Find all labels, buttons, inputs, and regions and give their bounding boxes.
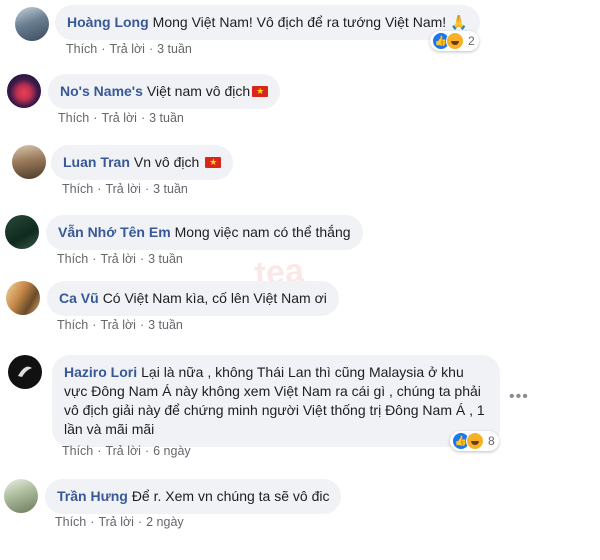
reply-link[interactable]: Trả lời xyxy=(109,42,145,56)
comment-author[interactable]: Haziro Lori xyxy=(64,364,137,380)
comment-bubble: Luan Tran Vn vô địch xyxy=(51,145,234,180)
haha-icon xyxy=(466,432,484,450)
vietnam-flag-icon xyxy=(252,83,269,100)
avatar[interactable] xyxy=(7,74,41,108)
comment-actions: Thích · Trả lời · 3 tuần xyxy=(57,252,183,266)
haha-icon xyxy=(446,32,464,50)
like-link[interactable]: Thích xyxy=(57,318,88,332)
like-link[interactable]: Thích xyxy=(66,42,97,56)
timestamp-link[interactable]: 2 ngày xyxy=(146,515,184,529)
avatar[interactable] xyxy=(15,7,49,41)
comment-text: Để r. Xem vn chúng ta sẽ vô đic xyxy=(131,488,330,504)
reaction-count: 8 xyxy=(488,434,495,448)
avatar-logo-icon xyxy=(18,366,32,377)
comment-actions: Thích · Trả lời · 2 ngày xyxy=(55,515,184,529)
comment-actions: Thích · Trả lời · 3 tuần xyxy=(57,318,183,332)
comment-text: Việt nam vô địch xyxy=(146,83,251,99)
comment-bubble: Ca Vũ Có Việt Nam kìa, cố lên Việt Nam ơi xyxy=(47,281,339,316)
timestamp-link[interactable]: 3 tuần xyxy=(148,252,183,266)
comment-actions: Thích · Trả lời · 3 tuần xyxy=(58,111,184,125)
comment-text: Có Việt Nam kìa, cố lên Việt Nam ơi xyxy=(102,290,327,306)
reply-link[interactable]: Trả lời xyxy=(98,515,134,529)
timestamp-link[interactable]: 3 tuần xyxy=(149,111,184,125)
like-link[interactable]: Thích xyxy=(62,182,93,196)
comment-author[interactable]: Vẫn Nhớ Tên Em xyxy=(58,224,171,240)
reply-link[interactable]: Trả lời xyxy=(105,444,141,458)
comment-author[interactable]: No's Name's xyxy=(60,83,143,99)
avatar[interactable] xyxy=(6,281,40,315)
reply-link[interactable]: Trả lời xyxy=(105,182,141,196)
reaction-summary[interactable]: 👍 8 xyxy=(450,431,499,451)
comment-actions: Thích · Trả lời · 6 ngày xyxy=(62,444,191,458)
comment-bubble: No's Name's Việt nam vô địch xyxy=(48,74,281,109)
reply-link[interactable]: Trả lời xyxy=(101,111,137,125)
like-link[interactable]: Thích xyxy=(58,111,89,125)
comment-author[interactable]: Trần Hưng xyxy=(57,488,128,504)
reply-link[interactable]: Trả lời xyxy=(100,318,136,332)
comment-bubble: Hoàng Long Mong Việt Nam! Vô địch để ra t… xyxy=(55,5,480,40)
timestamp-link[interactable]: 3 tuần xyxy=(148,318,183,332)
comment-actions: Thích · Trả lời · 3 tuần xyxy=(66,42,192,56)
vietnam-flag-icon xyxy=(205,154,222,171)
comment-actions: Thích · Trả lời · 3 tuần xyxy=(62,182,188,196)
comment-text: Mong Việt Nam! Vô địch để ra tướng Việt … xyxy=(152,14,468,30)
comment-author[interactable]: Hoàng Long xyxy=(67,14,149,30)
comment-text: Mong việc nam có thể thắng xyxy=(174,224,351,240)
like-link[interactable]: Thích xyxy=(62,444,93,458)
reaction-count: 2 xyxy=(468,34,475,48)
avatar[interactable] xyxy=(5,215,39,249)
like-link[interactable]: Thích xyxy=(55,515,86,529)
reply-link[interactable]: Trả lời xyxy=(100,252,136,266)
like-link[interactable]: Thích xyxy=(57,252,88,266)
comment-text: Vn vô địch xyxy=(133,154,200,170)
comment-bubble: Trần Hưng Để r. Xem vn chúng ta sẽ vô đic xyxy=(45,479,342,514)
comment-bubble: Vẫn Nhớ Tên Em Mong việc nam có thể thắng xyxy=(46,215,363,250)
timestamp-link[interactable]: 6 ngày xyxy=(153,444,191,458)
comment-author[interactable]: Luan Tran xyxy=(63,154,130,170)
comment-bubble: Haziro Lori Lại là nữa , không Thái Lan t… xyxy=(52,355,500,447)
avatar[interactable] xyxy=(4,479,38,513)
timestamp-link[interactable]: 3 tuần xyxy=(153,182,188,196)
comment-author[interactable]: Ca Vũ xyxy=(59,290,99,306)
reaction-summary[interactable]: 👍 2 xyxy=(430,31,479,51)
timestamp-link[interactable]: 3 tuần xyxy=(157,42,192,56)
more-options-icon[interactable]: ••• xyxy=(509,388,529,406)
avatar[interactable] xyxy=(8,355,42,389)
avatar[interactable] xyxy=(12,145,46,179)
